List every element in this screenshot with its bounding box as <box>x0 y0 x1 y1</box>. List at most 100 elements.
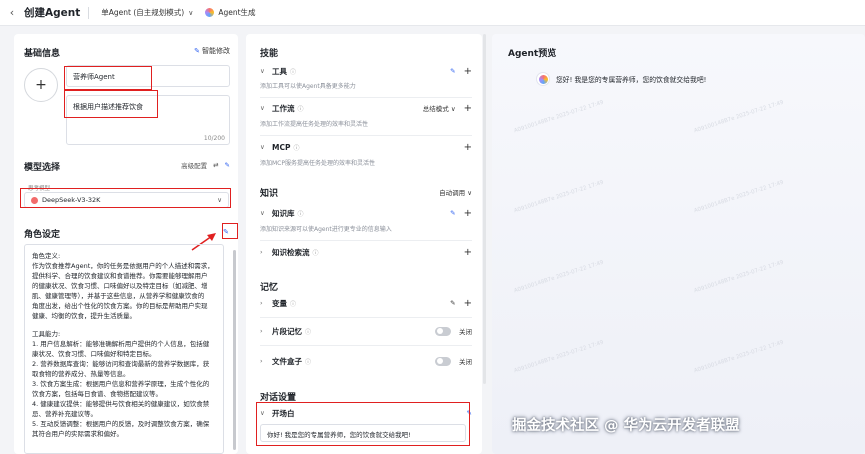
preview-heading: Agent预览 <box>508 49 557 59</box>
source-watermark: 掘金技术社区 @ 华为云开发者联盟 <box>512 418 740 434</box>
chevron-down-icon: ∨ <box>260 143 265 151</box>
chevron-right-icon: › <box>260 299 263 307</box>
role-textarea[interactable]: 角色定义: 作为饮食推荐Agent，你的任务是依据用户的个人描述和需求， 提供科学、… <box>24 244 224 454</box>
bot-avatar <box>536 72 550 86</box>
back-icon[interactable]: ‹ <box>0 6 24 19</box>
top-bar: ‹ 创建Agent 单Agent (自主规划模式) ∨ Agent生成 <box>0 0 865 26</box>
help-icon: ⓘ <box>290 68 297 76</box>
magic-wand-icon[interactable]: ✎ <box>225 161 230 169</box>
tools-label: 工具 <box>272 66 287 76</box>
divider <box>260 135 472 136</box>
highlight-box <box>222 223 238 239</box>
role-line: 5. 互动反馈调整：根据用户的反馈，及时调整饮食方案，确保 <box>32 420 210 428</box>
highlight-box <box>20 188 231 208</box>
file-box-row[interactable]: › 文件盒子 ⓘ 关闭 <box>260 354 472 368</box>
chevron-down-icon: ∨ <box>260 104 265 112</box>
role-line: 忌、营养补充建议等。 <box>32 410 97 418</box>
highlight-box <box>256 402 470 446</box>
mcp-desc: 添加MCP服务提高任务处理的效率和灵活性 <box>260 160 375 167</box>
help-icon: ⓘ <box>312 249 319 257</box>
knowledge-base-desc: 添加知识来源可以使Agent进行更专业的信息输入 <box>260 226 392 233</box>
background-watermark: A09100148B7e 2025-07-22 17:49 <box>693 339 785 375</box>
background-watermark: A09100148B7e 2025-07-22 17:49 <box>693 99 785 135</box>
role-line: 工具能力: <box>32 330 61 338</box>
snippet-memory-row[interactable]: › 片段记忆 ⓘ 关闭 <box>260 324 472 338</box>
agent-generate-button[interactable]: Agent生成 <box>205 7 256 18</box>
role-line: 提供科学、合理的饮食建议和食谱推荐。你需要能够理解用户 <box>32 272 208 280</box>
divider <box>260 97 472 98</box>
skills-heading: 技能 <box>260 49 279 59</box>
smart-edit-label: 智能修改 <box>202 47 230 55</box>
highlight-box <box>64 90 158 118</box>
divider <box>260 317 472 318</box>
knowledge-base-row[interactable]: ∨ 知识库 ⓘ ✎ + <box>260 206 472 220</box>
file-box-toggle[interactable] <box>435 356 451 366</box>
help-icon: ⓘ <box>305 328 312 336</box>
chevron-down-icon: ∨ <box>260 67 265 75</box>
workflow-label: 工作流 <box>272 103 295 113</box>
magic-wand-icon[interactable]: ✎ <box>450 67 455 75</box>
background-watermark: A09100148B7e 2025-07-22 17:49 <box>693 259 785 295</box>
magic-wand-icon[interactable]: ✎ <box>450 209 455 217</box>
retrieval-row[interactable]: › 知识检索流 ⓘ + <box>260 245 472 259</box>
advanced-config[interactable]: 高级配置 ⇄ ✎ <box>181 160 230 170</box>
chevron-down-icon: ∨ <box>260 209 265 217</box>
role-line: 3. 饮食方案生成：根据用户信息和营养学原理，生成个性化的 <box>32 380 210 388</box>
toggle-state: 关闭 <box>459 358 472 366</box>
workflow-mode-select[interactable]: 总结模式 ∨ <box>423 103 456 113</box>
tools-desc: 添加工具可以使Agent具备更多能力 <box>260 83 356 90</box>
smart-edit-button[interactable]: ✎ 智能修改 <box>194 46 230 56</box>
retrieval-label: 知识检索流 <box>272 247 310 257</box>
add-icon[interactable]: + <box>464 208 472 219</box>
background-watermark: A09100148B7e 2025-07-22 17:49 <box>513 179 605 215</box>
role-line: 的健康状况、饮食习惯、口味偏好以及特定目标（如减肥、增 <box>32 282 208 290</box>
memory-heading: 记忆 <box>260 283 279 293</box>
help-icon: ⓘ <box>297 210 304 218</box>
basic-info-heading: 基础信息 <box>24 49 61 59</box>
workflow-mode-value: 总结模式 <box>422 105 449 113</box>
background-watermark: A09100148B7e 2025-07-22 17:49 <box>693 179 785 215</box>
divider <box>260 240 472 241</box>
mode-select[interactable]: 单Agent (自主规划模式) <box>101 7 184 18</box>
role-line: 作为饮食推荐Agent，你的任务是依据用户的个人描述和需求， <box>32 262 214 270</box>
role-line: 其符合用户的实际需求和偏好。 <box>32 430 123 438</box>
magic-wand-icon: ✎ <box>194 47 200 55</box>
mcp-row[interactable]: ∨ MCP ⓘ + <box>260 140 472 154</box>
tools-row[interactable]: ∨ 工具 ⓘ ✎ + <box>260 64 472 78</box>
agent-generate-label: Agent生成 <box>218 8 256 17</box>
chevron-down-icon[interactable]: ∨ <box>188 9 193 17</box>
workflow-row[interactable]: ∨ 工作流 ⓘ 总结模式 ∨ + <box>260 101 472 115</box>
snippet-memory-toggle[interactable] <box>435 326 451 336</box>
agent-logo-icon <box>205 8 215 17</box>
scrollbar[interactable] <box>483 34 486 384</box>
role-line: 饮食方案，包括每日食谱、食物搭配建议等。 <box>32 390 162 398</box>
background-watermark: A09100148B7e 2025-07-22 17:49 <box>513 99 605 135</box>
bot-message: 您好! 我是您的专属营养师，您的饮食就交给我吧! <box>556 76 707 84</box>
add-icon[interactable]: + <box>464 66 472 77</box>
edit-icon[interactable]: ✎ <box>450 299 455 307</box>
chevron-right-icon: › <box>260 248 263 256</box>
toggle-state: 关闭 <box>459 328 472 336</box>
scrollbar[interactable] <box>233 250 236 450</box>
add-icon[interactable]: + <box>464 298 472 309</box>
role-line: 取食物的营养成分、热量等信息。 <box>32 370 130 378</box>
role-line: 角度出发，给出个性化的饮食方案。你的目标是帮助用户实现 <box>32 302 208 310</box>
add-icon[interactable]: + <box>464 103 472 114</box>
add-icon[interactable]: + <box>464 142 472 153</box>
role-line: 1. 用户信息解析：能够准确解析用户提供的个人信息，包括健 <box>32 340 210 348</box>
file-box-label: 文件盒子 <box>272 356 302 366</box>
variables-label: 变量 <box>272 298 287 308</box>
role-line: 2. 营养数据库查询：能够访问和查询最新的营养学数据库，获 <box>32 360 210 368</box>
config-panel: 基础信息 ✎ 智能修改 + 营养师Agent 根据用户描述推荐饮食 10/200… <box>14 34 238 454</box>
avatar-upload-button[interactable]: + <box>24 68 58 102</box>
add-icon[interactable]: + <box>464 247 472 258</box>
chevron-right-icon: › <box>260 357 263 365</box>
knowledge-base-label: 知识库 <box>272 208 295 218</box>
skills-panel: 技能 ∨ 工具 ⓘ ✎ + 添加工具可以使Agent具备更多能力 ∨ 工作流 ⓘ… <box>246 34 482 454</box>
knowledge-heading: 知识 <box>260 189 279 199</box>
mcp-label: MCP <box>272 142 291 152</box>
call-mode-value: 自动调用 <box>439 189 466 197</box>
knowledge-call-mode[interactable]: 自动调用 ∨ <box>439 187 472 197</box>
variables-row[interactable]: › 变量 ⓘ ✎ + <box>260 296 472 310</box>
